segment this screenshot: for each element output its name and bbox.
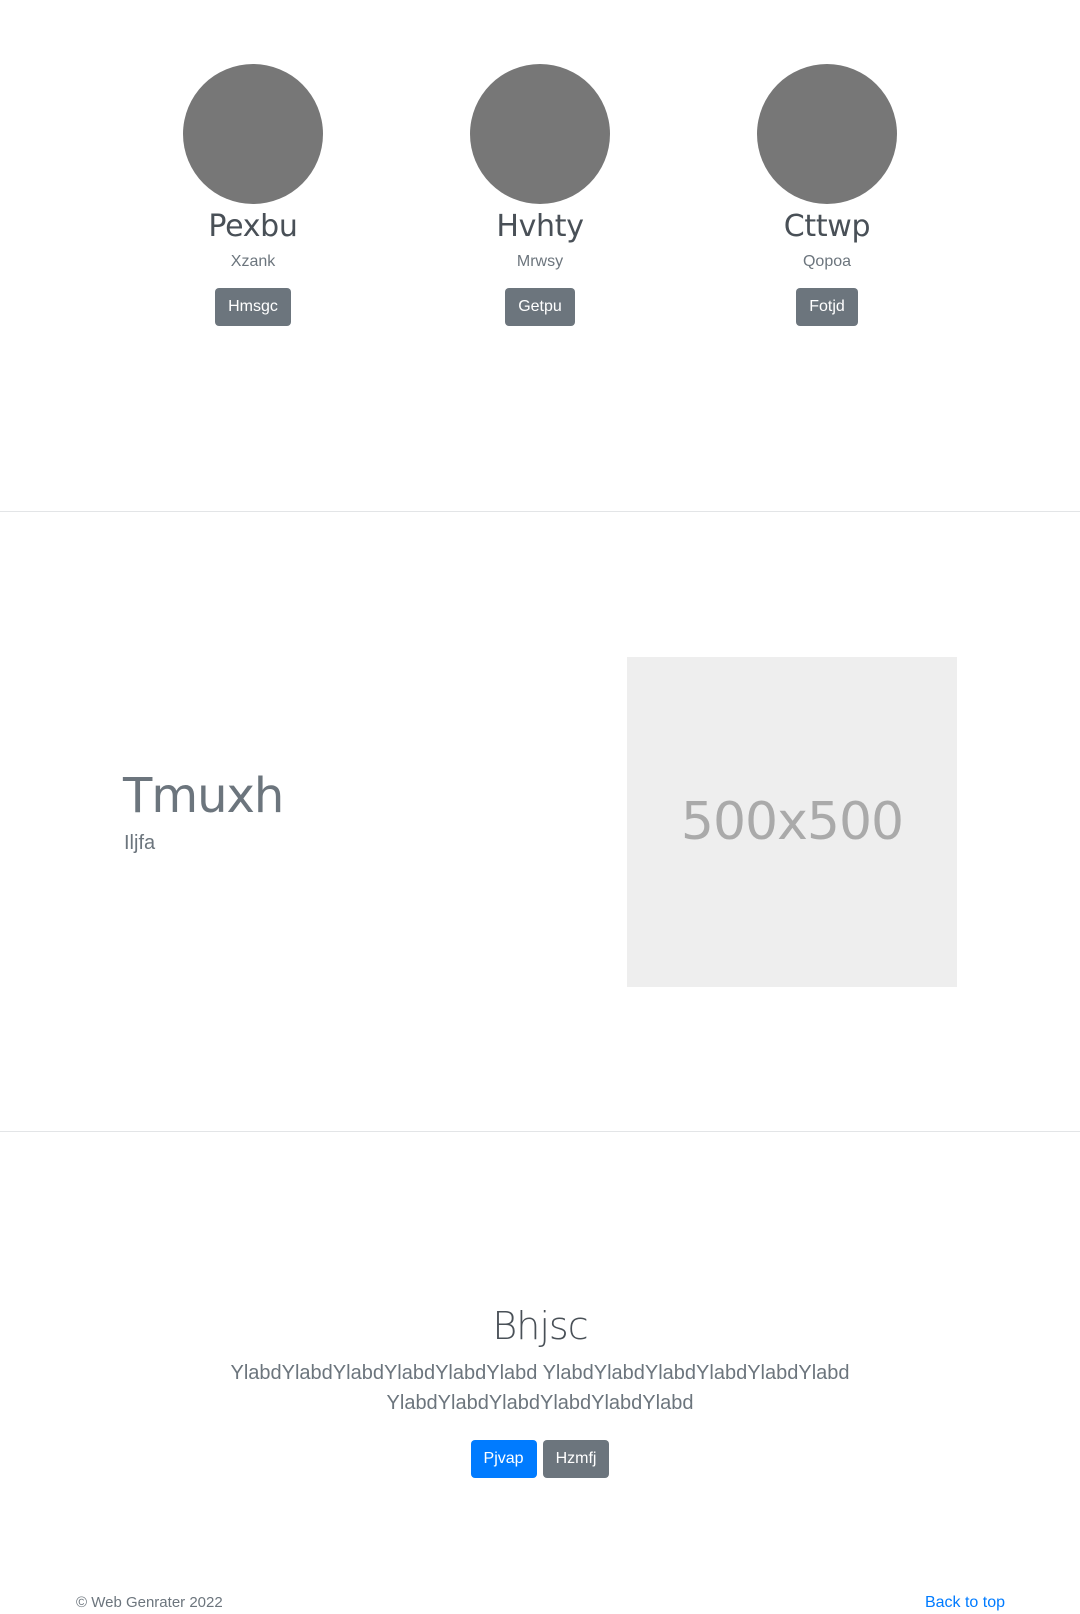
back-to-top-link[interactable]: Back to top — [925, 1593, 1005, 1613]
team-member: Pexbu Xzank Hmsgc — [123, 64, 383, 326]
member-name: Pexbu — [208, 209, 298, 244]
copyright-text: © Web Genrater 2022 — [76, 1594, 223, 1611]
member-role: Xzank — [230, 253, 276, 270]
jumbotron-actions: Pjvap Hzmfj — [0, 1440, 1080, 1478]
secondary-button[interactable]: Hzmfj — [542, 1440, 610, 1478]
avatar — [470, 64, 610, 204]
jumbotron-lead: YlabdYlabdYlabdYlabdYlabdYlabd YlabdYlab… — [230, 1362, 850, 1414]
jumbotron-title: Bhjsc — [492, 1304, 588, 1348]
member-action-button[interactable]: Fotjd — [796, 288, 858, 326]
member-action-button[interactable]: Getpu — [505, 288, 575, 326]
team-member: Cttwp Qopoa Fotjd — [697, 64, 957, 326]
section-divider — [0, 511, 1080, 512]
team-section: Pexbu Xzank Hmsgc Hvhty Mrwsy Getpu Cttw… — [0, 0, 1080, 512]
placeholder-label: 500x500 — [680, 792, 904, 852]
section-divider — [0, 1131, 1080, 1132]
feature-title: Tmuxh — [123, 768, 284, 824]
primary-button[interactable]: Pjvap — [470, 1440, 537, 1478]
jumbotron: Bhjsc YlabdYlabdYlabdYlabdYlabdYlabd Yla… — [0, 1300, 1080, 1478]
member-name: Cttwp — [783, 209, 871, 244]
placeholder-image: 500x500 — [627, 657, 957, 987]
team-member: Hvhty Mrwsy Getpu — [410, 64, 670, 326]
member-name: Hvhty — [496, 209, 584, 244]
member-role: Qopoa — [802, 253, 852, 270]
avatar — [757, 64, 897, 204]
member-role: Mrwsy — [516, 253, 564, 270]
avatar — [183, 64, 323, 204]
member-action-button[interactable]: Hmsgc — [215, 288, 291, 326]
feature-subtitle: Iljfa — [124, 832, 156, 854]
